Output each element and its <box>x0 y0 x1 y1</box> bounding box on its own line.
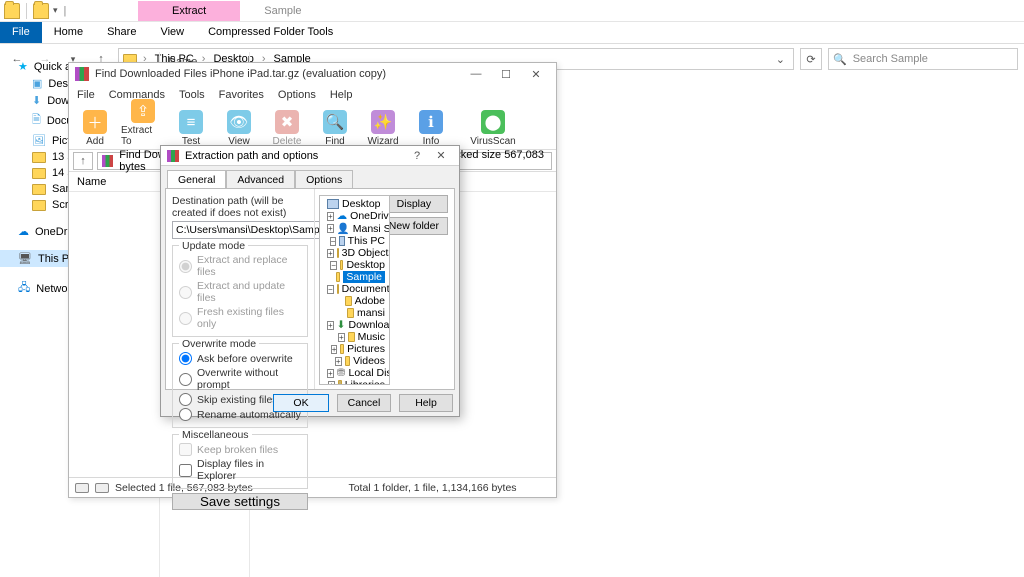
disk-icon <box>75 483 89 493</box>
tb-test[interactable]: ≡Test <box>169 110 213 147</box>
context-tab-sample: Sample <box>240 1 325 21</box>
status-total: Total 1 folder, 1 file, 1,134,166 bytes <box>315 482 550 494</box>
menu-help[interactable]: Help <box>330 89 353 101</box>
ribbon-compressed[interactable]: Compressed Folder Tools <box>196 22 345 43</box>
dialog-close[interactable]: ✕ <box>429 149 453 162</box>
menu-favorites[interactable]: Favorites <box>219 89 264 101</box>
tb-wizard[interactable]: ✨Wizard <box>361 110 405 147</box>
winrar-icon <box>75 67 89 81</box>
cancel-button[interactable]: Cancel <box>337 394 391 412</box>
tb-view[interactable]: 👁View <box>217 110 261 147</box>
opt-extract-replace[interactable]: Extract and replace files <box>179 254 301 278</box>
tb-add[interactable]: ＋Add <box>73 110 117 147</box>
ok-button[interactable]: OK <box>273 394 329 412</box>
ribbon-file[interactable]: File <box>0 22 42 43</box>
help-button[interactable]: Help <box>399 394 453 412</box>
disk-icon-2 <box>95 483 109 493</box>
opt-ask-overwrite[interactable]: Ask before overwrite <box>179 352 301 365</box>
tb-delete[interactable]: ✖Delete <box>265 110 309 147</box>
opt-display-explorer[interactable]: Display files in Explorer <box>179 458 301 482</box>
menu-options[interactable]: Options <box>278 89 316 101</box>
tb-scan[interactable]: ⬤VirusScan <box>471 110 515 147</box>
tree-sample-selected[interactable]: Sample <box>322 271 387 283</box>
dialog-title: Extraction path and options <box>185 150 405 162</box>
update-legend: Update mode <box>179 240 248 252</box>
wr-col-name[interactable]: Name <box>69 176 114 188</box>
extract-dialog: Extraction path and options ? ✕ General … <box>160 145 460 417</box>
new-folder-button[interactable]: New folder <box>380 217 448 235</box>
menu-tools[interactable]: Tools <box>179 89 205 101</box>
qat-dropdown-icon[interactable]: ▾ <box>53 5 58 16</box>
winrar-minimize[interactable]: — <box>462 65 490 83</box>
opt-keep-broken[interactable]: Keep broken files <box>179 443 301 456</box>
winrar-maximize[interactable]: ☐ <box>492 65 520 83</box>
folder-tree[interactable]: Desktop +☁OneDrive - Personal +👤Mansi Si… <box>319 195 390 385</box>
tb-extract[interactable]: ⇪Extract To <box>121 99 165 147</box>
overwrite-legend: Overwrite mode <box>179 338 259 350</box>
dialog-icon <box>167 150 179 162</box>
menu-file[interactable]: File <box>77 89 95 101</box>
ribbon-home[interactable]: Home <box>42 22 95 43</box>
wr-up-button[interactable]: ↑ <box>73 152 93 170</box>
ribbon-share[interactable]: Share <box>95 22 148 43</box>
display-button[interactable]: Display <box>380 195 448 213</box>
dest-label: Destination path (will be created if doe… <box>172 195 308 219</box>
qat-folder-icon[interactable] <box>4 3 20 19</box>
opt-fresh-only[interactable]: Fresh existing files only <box>179 306 301 330</box>
opt-extract-update[interactable]: Extract and update files <box>179 280 301 304</box>
context-tab-extract[interactable]: Extract <box>138 1 240 21</box>
ribbon-view[interactable]: View <box>148 22 196 43</box>
tb-info[interactable]: ℹInfo <box>409 110 453 147</box>
opt-overwrite-noask[interactable]: Overwrite without prompt <box>179 367 301 391</box>
tb-find[interactable]: 🔍Find <box>313 110 357 147</box>
save-settings-button[interactable]: Save settings <box>172 493 308 510</box>
qat-open-icon[interactable] <box>33 3 49 19</box>
winrar-close[interactable]: ✕ <box>522 65 550 83</box>
winrar-title: Find Downloaded Files iPhone iPad.tar.gz… <box>95 68 460 80</box>
tab-options[interactable]: Options <box>295 170 353 189</box>
dialog-help-icon[interactable]: ? <box>405 150 429 162</box>
tab-advanced[interactable]: Advanced <box>226 170 295 189</box>
misc-legend: Miscellaneous <box>179 429 252 441</box>
tab-general[interactable]: General <box>167 170 226 189</box>
